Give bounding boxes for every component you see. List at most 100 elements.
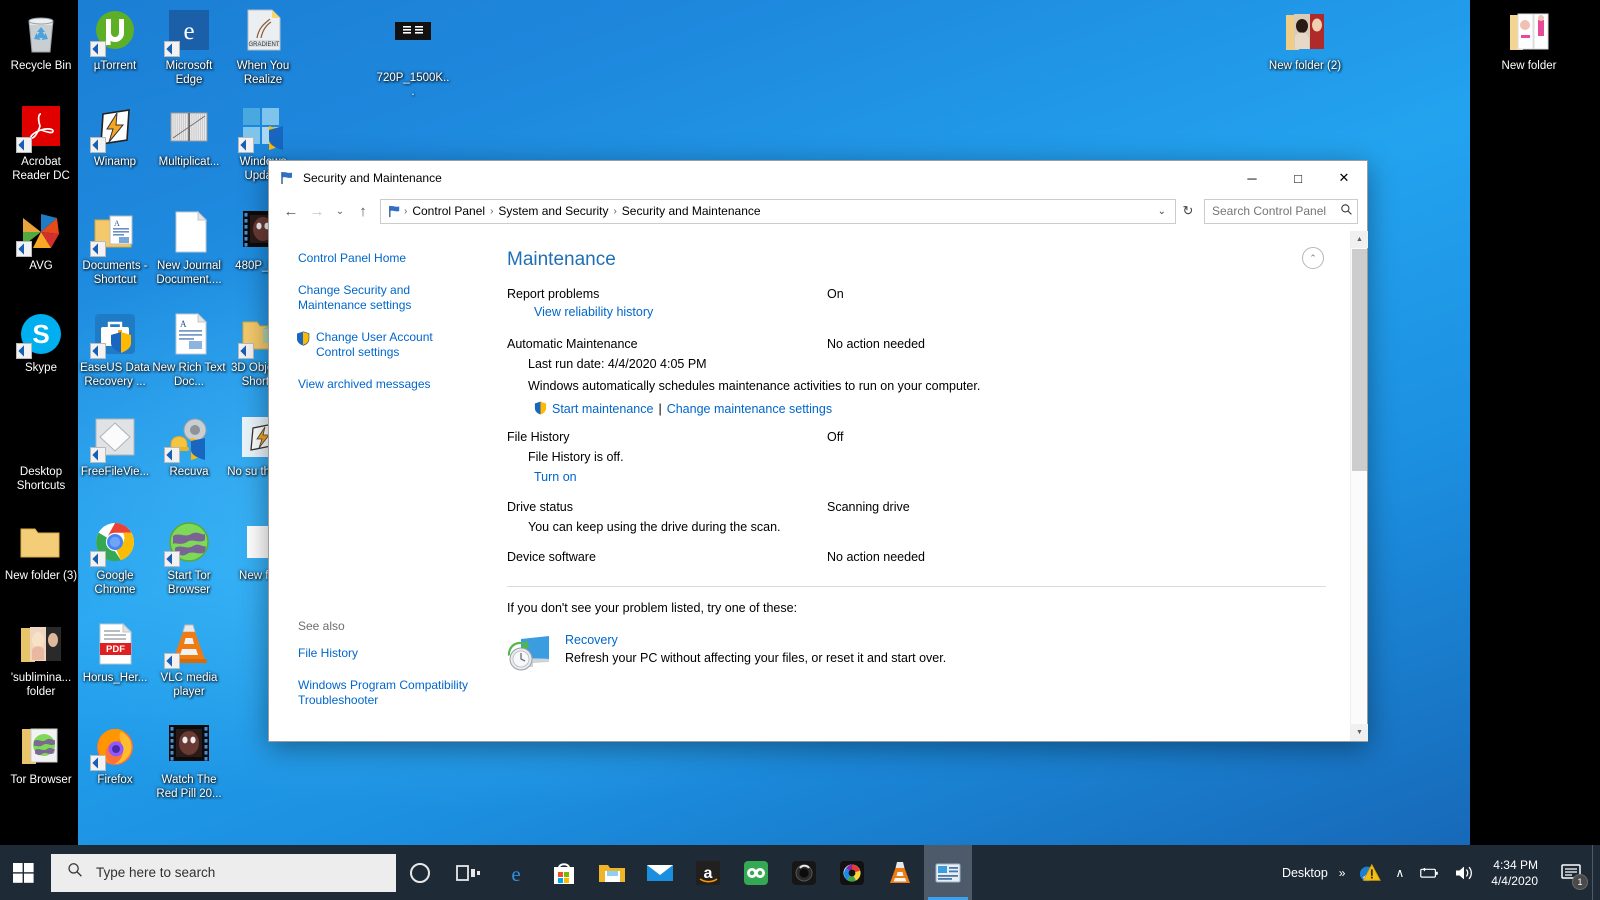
taskbar-microsoft-edge-icon[interactable]: e [492, 845, 540, 900]
desktop-peek-label[interactable]: Desktop [1272, 866, 1332, 880]
rich-text-document-icon: A [165, 310, 213, 358]
recovery-link[interactable]: Recovery [565, 633, 946, 647]
desktop-icon[interactable]: Firefox [78, 722, 152, 788]
desktop-icon[interactable]: FreeFileVie... [78, 414, 152, 480]
desktop-icon[interactable]: Start Tor Browser [152, 518, 226, 597]
volume-icon[interactable] [1447, 845, 1483, 900]
scroll-down-button[interactable]: ▼ [1351, 724, 1368, 741]
maintenance-section: Drive status Scanning drive You can keep u… [507, 500, 1326, 536]
desktop-icon[interactable]: S Skype [4, 310, 78, 376]
desktop-icon[interactable]: Watch The Red Pill 20... [152, 722, 226, 801]
microsoft-edge-icon: e [164, 8, 213, 57]
security-alert-icon[interactable] [1352, 845, 1388, 900]
desktop-icon[interactable]: New folder [1492, 8, 1566, 74]
page-title: Maintenance [507, 249, 616, 270]
desktop-icon[interactable]: VLC media player [152, 620, 226, 699]
window-title-bar[interactable]: Security and Maintenance ─ □ ✕ [269, 161, 1367, 195]
desktop-icon[interactable]: GRADIENT When You Realize [226, 8, 300, 87]
taskbar-search-box[interactable]: Type here to search [51, 853, 396, 892]
section-link[interactable]: Start maintenance [552, 402, 653, 416]
sidebar-link-view-archived-messages[interactable]: View archived messages [298, 377, 467, 392]
search-control-panel-box[interactable] [1204, 198, 1358, 224]
section-name: Report problems [507, 287, 600, 301]
taskbar-task-view-icon[interactable] [444, 845, 492, 900]
desktop-icon[interactable]: Acrobat Reader DC [4, 104, 78, 183]
see-also-link-windows-program-compatibility-troubleshooter[interactable]: Windows Program Compatibility Troublesho… [298, 678, 483, 708]
recovery-item[interactable]: Recovery Refresh your PC without affecti… [507, 633, 1326, 678]
start-button[interactable] [0, 845, 48, 900]
taskbar-vlc-icon[interactable] [876, 845, 924, 900]
taskbar-camera-lens-icon[interactable] [780, 845, 828, 900]
taskbar-cortana-icon[interactable] [396, 845, 444, 900]
desktop-icon[interactable]: New folder (3) [4, 518, 78, 584]
breadcrumb[interactable]: › Control Panel › System and Security › … [380, 198, 1176, 224]
collapse-section-button[interactable]: ⌃ [1302, 247, 1324, 269]
battery-icon[interactable] [1411, 845, 1447, 900]
desktop-icon-label: New folder (3) [4, 570, 78, 582]
breadcrumb-dropdown-icon[interactable]: ⌄ [1151, 206, 1173, 217]
scrollbar-thumb[interactable] [1352, 249, 1367, 471]
taskbar-control-panel-icon[interactable] [924, 845, 972, 900]
recent-locations-button[interactable]: ⌄ [330, 198, 350, 224]
desktop-icon[interactable]: New folder (2) [1268, 8, 1342, 74]
desktop-icon[interactable]: Tor Browser [4, 722, 78, 788]
action-center-button[interactable]: 1 [1550, 845, 1592, 900]
taskbar-file-explorer-icon[interactable] [588, 845, 636, 900]
taskbar-microsoft-store-icon[interactable] [540, 845, 588, 900]
section-link[interactable]: Change maintenance settings [667, 402, 832, 416]
desktop-icon[interactable]: A New Rich Text Doc... [152, 310, 226, 389]
sidebar-link-change-user-account-control-settings[interactable]: Change User Account Control settings [297, 330, 467, 360]
desktop-icon-label: µTorrent [93, 60, 137, 72]
desktop-icon[interactable]: Desktop Shortcuts [4, 414, 78, 493]
search-input[interactable] [1212, 204, 1340, 218]
forward-button[interactable]: → [304, 198, 330, 224]
taskbar: Type here to search e a Desktop » ∧ 4:34… [0, 845, 1600, 900]
desktop-icon[interactable]: PDF Horus_Her... [78, 620, 152, 686]
shortcut-arrow-icon [90, 755, 106, 771]
clock[interactable]: 4:34 PM 4/4/2020 [1483, 845, 1550, 900]
maintenance-content-panel: Maintenance ⌃ Report problems On View reli… [481, 231, 1350, 741]
breadcrumb-item-system-and-security[interactable]: System and Security [493, 204, 613, 218]
see-also-section: See also File History Windows Program Co… [298, 619, 483, 725]
breadcrumb-item-control-panel[interactable]: Control Panel [407, 204, 490, 218]
close-button[interactable]: ✕ [1321, 161, 1367, 195]
refresh-button[interactable]: ↻ [1176, 199, 1200, 224]
maximize-button[interactable]: □ [1275, 161, 1321, 195]
video-file-icon [389, 20, 437, 68]
desktop-icon[interactable]: AVG [4, 208, 78, 274]
security-and-maintenance-window[interactable]: Security and Maintenance ─ □ ✕ ← → ⌄ ↑ ›… [268, 160, 1368, 742]
desktop-icon[interactable]: New Journal Document.... [152, 208, 226, 287]
section-header-row: Drive status Scanning drive [507, 500, 1326, 514]
section-link[interactable]: View reliability history [534, 305, 653, 319]
desktop-icon[interactable]: e Microsoft Edge [152, 8, 226, 87]
desktop-icon[interactable]: Recycle Bin [4, 8, 78, 74]
show-hidden-icons-chevron[interactable]: ∧ [1388, 845, 1411, 900]
sidebar-link-control-panel-home[interactable]: Control Panel Home [298, 251, 467, 266]
desktop-icon[interactable]: 'sublimina... folder [4, 620, 78, 699]
desktop-icon[interactable]: Multiplicat... [152, 104, 226, 170]
breadcrumb-item-security-and-maintenance[interactable]: Security and Maintenance [617, 204, 766, 218]
desktop-icon[interactable]: EaseUS Data Recovery ... [78, 310, 152, 389]
back-button[interactable]: ← [278, 198, 304, 224]
minimize-button[interactable]: ─ [1229, 161, 1275, 195]
section-link[interactable]: Turn on [534, 470, 577, 484]
desktop-icon[interactable]: Winamp [78, 104, 152, 170]
desktop-icon[interactable]: µTorrent [78, 8, 152, 74]
desktop-icon[interactable]: 720P_1500K... [376, 20, 450, 99]
taskbar-amazon-icon[interactable]: a [684, 845, 732, 900]
search-icon [67, 862, 83, 883]
sidebar-link-change-security-and-maintenance-settings[interactable]: Change Security and Maintenance settings [298, 283, 467, 313]
desktop-icon[interactable]: A Documents - Shortcut [78, 208, 152, 287]
desktop-icon-label: Microsoft Edge [165, 60, 213, 86]
desktop-icon[interactable]: Google Chrome [78, 518, 152, 597]
taskbar-tripadvisor-icon[interactable] [732, 845, 780, 900]
vertical-scrollbar[interactable]: ▲ ▼ [1350, 231, 1368, 741]
taskbar-mail-icon[interactable] [636, 845, 684, 900]
up-button[interactable]: ↑ [350, 198, 376, 224]
scroll-up-button[interactable]: ▲ [1351, 231, 1368, 248]
show-desktop-button[interactable] [1592, 845, 1600, 900]
desktop-icon[interactable]: Recuva [152, 414, 226, 480]
tray-overflow-icon[interactable]: » [1332, 845, 1353, 900]
see-also-link-file-history[interactable]: File History [298, 646, 483, 661]
taskbar-color-lens-icon[interactable] [828, 845, 876, 900]
